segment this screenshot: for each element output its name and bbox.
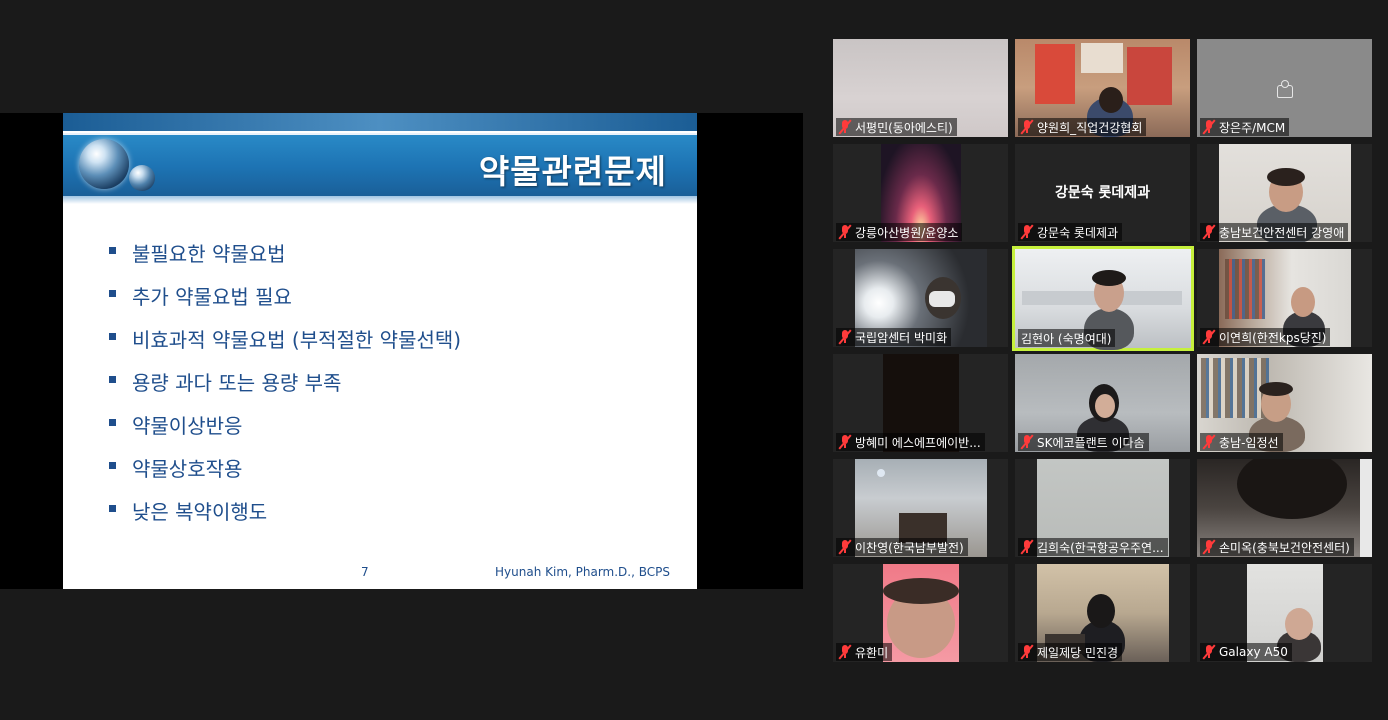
mic-muted-icon [1020, 539, 1034, 555]
bullet-square-icon [109, 505, 116, 512]
participant-label: 손미옥(충북보건안전센터) [1200, 538, 1354, 556]
mic-muted-icon [1202, 224, 1216, 240]
presentation-slide: 약물관련문제 불필요한 약물요법 추가 약물요법 필요 비효과적 약물요법 (부… [63, 113, 697, 589]
mic-muted-icon [838, 644, 852, 660]
mic-muted-icon [838, 224, 852, 240]
participant-tile[interactable]: 장은주/MCM [1197, 39, 1372, 137]
slide-author: Hyunah Kim, Pharm.D., BCPS [495, 565, 670, 579]
participant-label: 강릉아산병원/윤양소 [836, 223, 963, 241]
mic-muted-icon [1202, 434, 1216, 450]
slide-page-number: 7 [361, 565, 369, 579]
participant-tile-active-speaker[interactable]: 김현아 (숙명여대) [1012, 246, 1194, 351]
participant-tile[interactable]: 충남보건안전센터 강영애 [1197, 144, 1372, 242]
slide-header-fade [63, 196, 697, 204]
mic-muted-icon [1202, 644, 1216, 660]
mic-muted-icon [838, 539, 852, 555]
participant-tile[interactable]: 유환미 [833, 564, 1008, 662]
mic-muted-icon [1020, 644, 1034, 660]
slide-top-bar [63, 113, 697, 131]
bullet-item: 약물이상반응 [109, 403, 461, 446]
bullet-square-icon [109, 290, 116, 297]
participant-tile[interactable]: 방혜미 에스에프에이반... [833, 354, 1008, 452]
participant-tile[interactable]: 국립암센터 박미화 [833, 249, 1008, 347]
participant-tile[interactable]: 이찬영(한국남부발전) [833, 459, 1008, 557]
participant-label: SK에코플랜트 이다솜 [1018, 433, 1149, 451]
mic-muted-icon [838, 329, 852, 345]
bullet-item: 불필요한 약물요법 [109, 231, 461, 274]
participant-center-name: 강문숙 롯데제과 [1054, 185, 1151, 201]
bullet-item: 약물상호작용 [109, 446, 461, 489]
shared-screen: 약물관련문제 불필요한 약물요법 추가 약물요법 필요 비효과적 약물요법 (부… [0, 113, 803, 589]
bullet-square-icon [109, 333, 116, 340]
mic-muted-icon [1202, 329, 1216, 345]
participant-tile[interactable]: Galaxy A50 [1197, 564, 1372, 662]
slide-title: 약물관련문제 [478, 152, 667, 191]
mic-muted-icon [1202, 119, 1216, 135]
participant-tile[interactable]: 제일제당 민진경 [1015, 564, 1190, 662]
mic-muted-icon [838, 434, 852, 450]
bullet-square-icon [109, 247, 116, 254]
avatar-icon [1276, 79, 1294, 99]
bullet-item: 낮은 복약이행도 [109, 489, 461, 532]
participant-tile[interactable]: 양원희_직업건강협회 [1015, 39, 1190, 137]
participant-label: 강문숙 롯데제과 [1018, 223, 1123, 241]
participant-label: 충남보건안전센터 강영애 [1200, 223, 1349, 241]
mic-muted-icon [838, 119, 852, 135]
participant-label: 유환미 [836, 643, 893, 661]
mic-muted-icon [1020, 119, 1034, 135]
bullet-item: 추가 약물요법 필요 [109, 274, 461, 317]
participant-label: 김희숙(한국항공우주연... [1018, 538, 1168, 556]
mic-muted-icon [1020, 434, 1034, 450]
participant-label: 김현아 (숙명여대) [1018, 329, 1116, 347]
participant-label: 방혜미 에스에프에이반... [836, 433, 985, 451]
participant-label: 국립암센터 박미화 [836, 328, 952, 346]
mic-muted-icon [1020, 224, 1034, 240]
participant-tile[interactable]: 손미옥(충북보건안전센터) [1197, 459, 1372, 557]
participant-label: 서평민(동아에스티) [836, 118, 957, 136]
participant-tile[interactable]: 이연희(한전kps당진) [1197, 249, 1372, 347]
participant-tile[interactable]: SK에코플랜트 이다솜 [1015, 354, 1190, 452]
participant-label: 이연희(한전kps당진) [1200, 328, 1331, 346]
participant-label: 장은주/MCM [1200, 118, 1290, 136]
slide-orb-large-icon [79, 139, 129, 189]
slide-bullet-list: 불필요한 약물요법 추가 약물요법 필요 비효과적 약물요법 (부적절한 약물선… [109, 231, 461, 532]
participant-label: 이찬영(한국남부발전) [836, 538, 968, 556]
participant-label: 제일제당 민진경 [1018, 643, 1123, 661]
bullet-item: 비효과적 약물요법 (부적절한 약물선택) [109, 317, 461, 360]
participant-tile[interactable]: 김희숙(한국항공우주연... [1015, 459, 1190, 557]
bullet-square-icon [109, 419, 116, 426]
bullet-item: 용량 과다 또는 용량 부족 [109, 360, 461, 403]
participant-tile[interactable]: 충남-임정선 [1197, 354, 1372, 452]
participant-label: 충남-임정선 [1200, 433, 1283, 451]
participant-label: 양원희_직업건강협회 [1018, 118, 1147, 136]
participant-label: Galaxy A50 [1200, 643, 1292, 661]
participant-tile[interactable]: 서평민(동아에스티) [833, 39, 1008, 137]
participant-tile[interactable]: 강문숙 롯데제과 강문숙 롯데제과 [1015, 144, 1190, 242]
bullet-square-icon [109, 376, 116, 383]
bullet-square-icon [109, 462, 116, 469]
participant-tile[interactable]: 강릉아산병원/윤양소 [833, 144, 1008, 242]
slide-orb-small-icon [129, 165, 155, 191]
mic-muted-icon [1202, 539, 1216, 555]
